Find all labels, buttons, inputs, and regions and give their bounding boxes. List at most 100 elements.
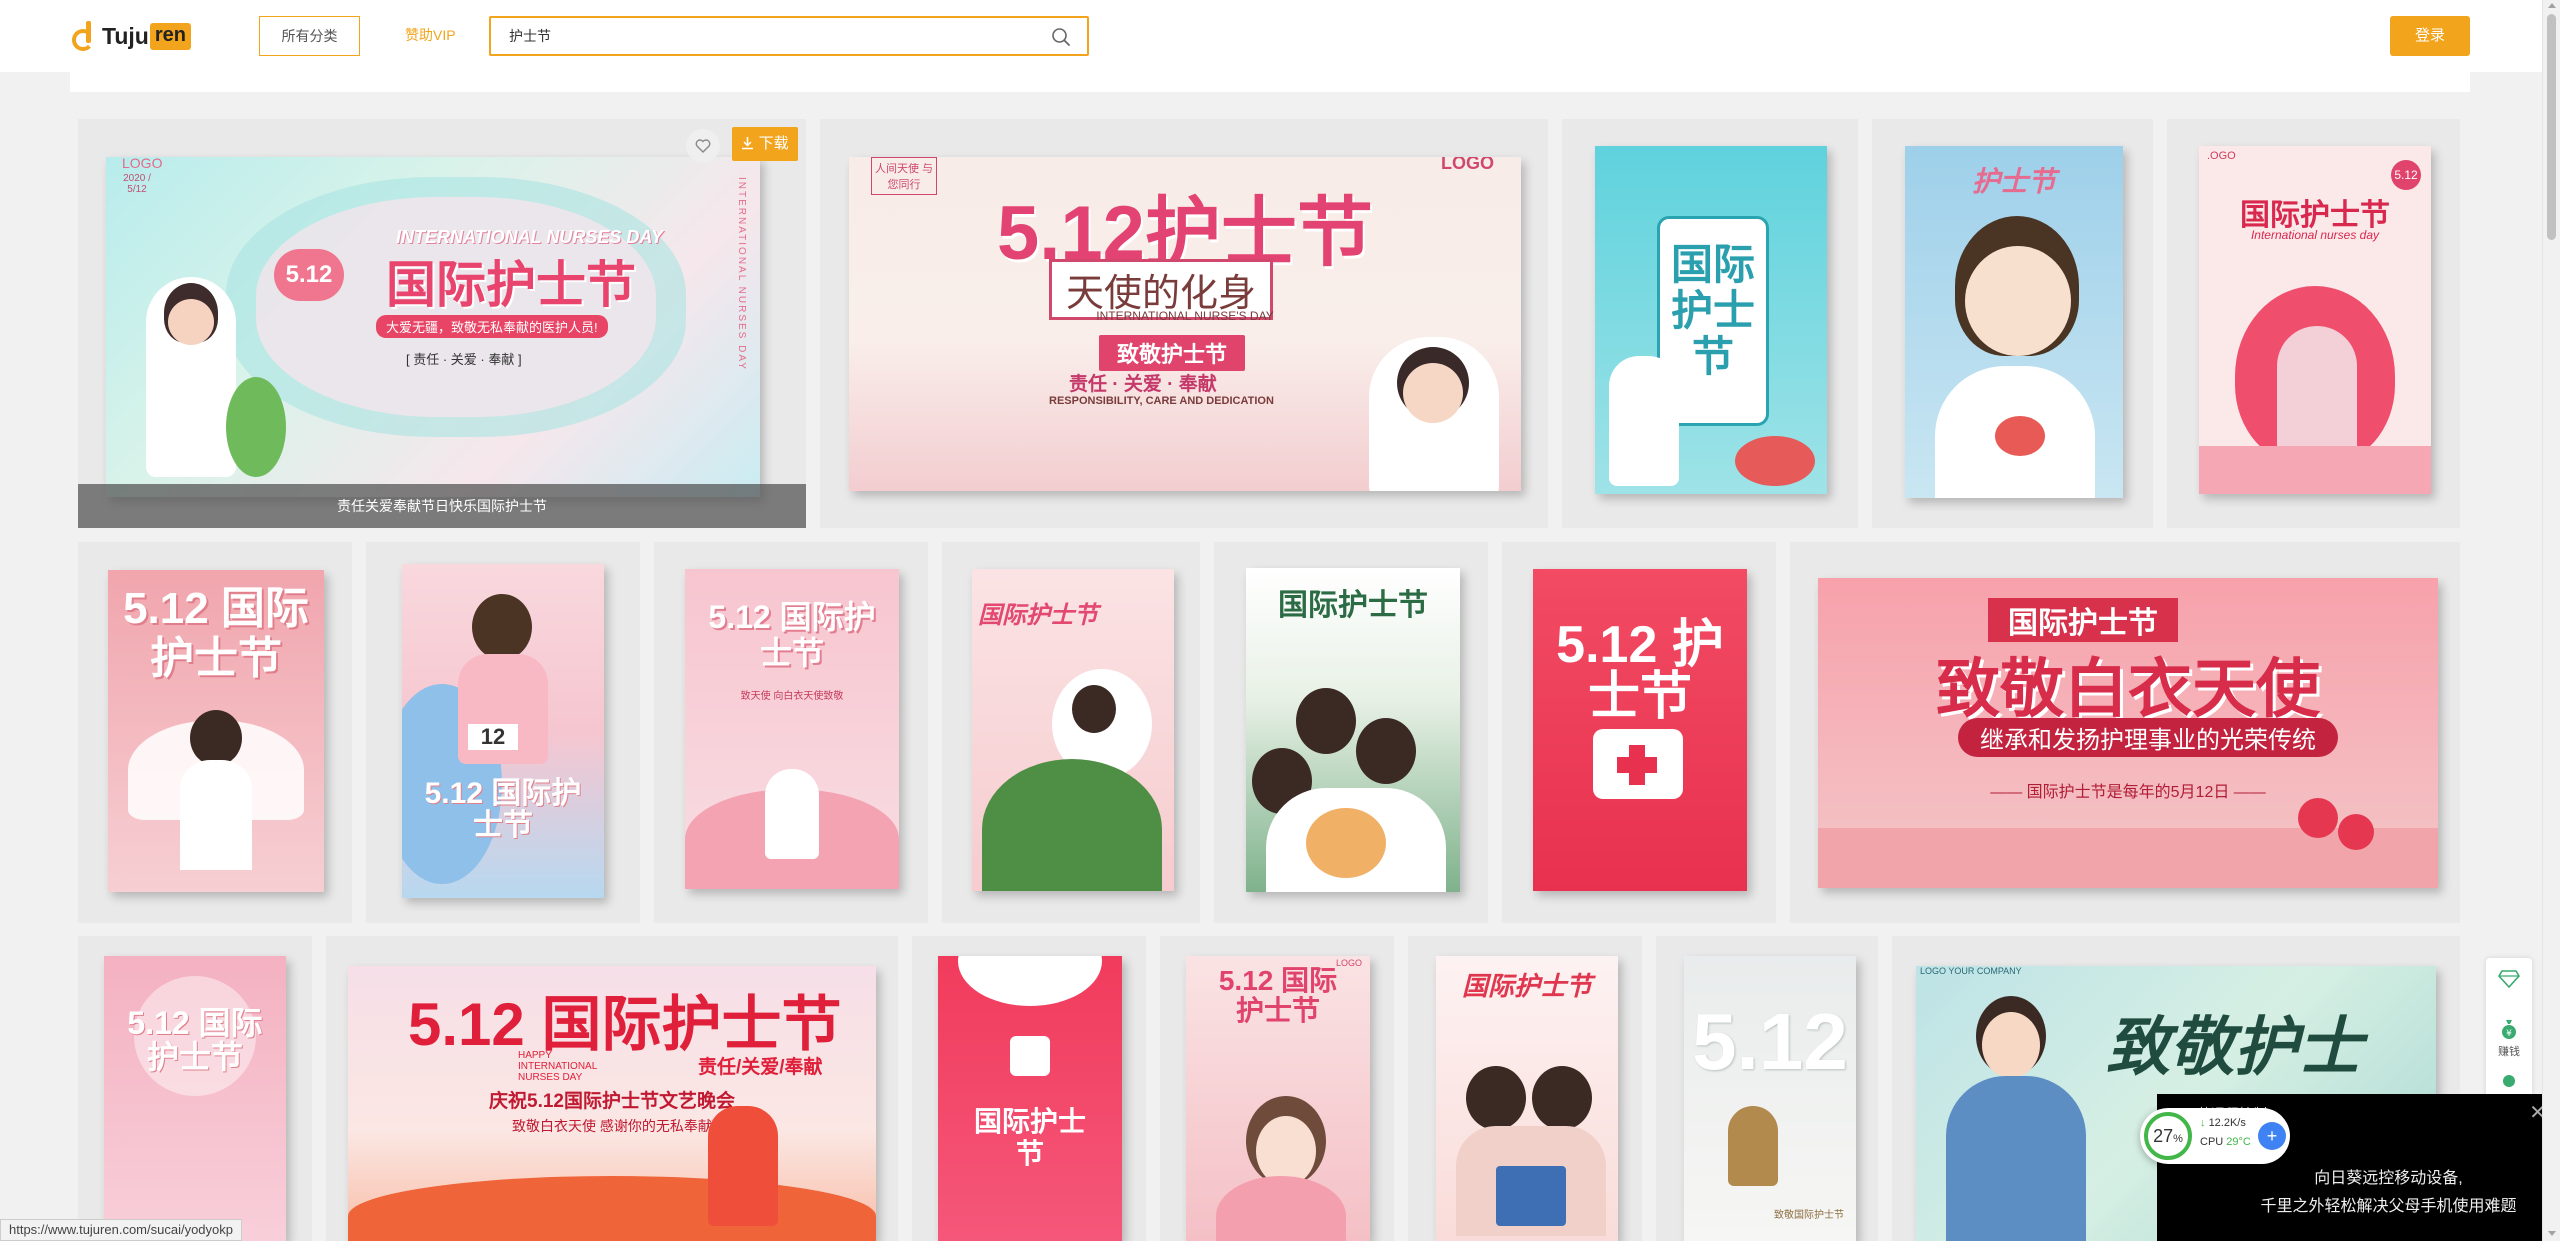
svg-text:¥: ¥: [2506, 1029, 2512, 1039]
card-extra: 继承和发扬护理事业的光荣传统: [1958, 718, 2338, 757]
card-footer: —— 国际护士节是每年的5月12日 ——: [1990, 784, 2266, 801]
card-extra: 庆祝5.12国际护士节文艺晚会: [489, 1091, 735, 1112]
card-hover-title[interactable]: 责任关爱奉献节日快乐国际护士节: [78, 484, 806, 528]
template-thumbnail: 国际护士节: [972, 569, 1174, 891]
all-categories-button[interactable]: 所有分类: [259, 16, 360, 56]
card-logo: .OGO: [2207, 150, 2236, 162]
money-bag-icon: ¥: [2502, 1020, 2516, 1039]
template-thumbnail: 国际护士节 致敬白衣天使 继承和发扬护理事业的光荣传统 —— 国际护士节是每年的…: [1818, 578, 2438, 888]
template-card[interactable]: 国际护士节: [1408, 936, 1642, 1241]
template-thumbnail: LOGO 5.12 国际护士节: [1186, 956, 1370, 1241]
template-card[interactable]: 人间天使 与您同行 LOGO 5.12护士节 天使的化身 INTERNATION…: [820, 119, 1548, 528]
template-card[interactable]: 国际护士节: [1214, 542, 1488, 923]
card-title: 5.12: [1692, 997, 1848, 1086]
card-title: 致敬白衣天使: [1936, 653, 2320, 725]
float-vip[interactable]: [2486, 970, 2532, 991]
status-bar-url: https://www.tujuren.com/sucai/yodyokp: [0, 1219, 242, 1241]
card-title: 5.12 国际护士节: [424, 777, 582, 842]
card-subtitle: International nurses day: [2250, 228, 2380, 242]
card-title: 国际护士节: [973, 1106, 1086, 1169]
logo-badge: ren: [149, 23, 191, 50]
login-button[interactable]: 登录: [2390, 16, 2470, 56]
template-thumbnail: 5.12 国际护士节 致天使 向白衣天使致敬: [685, 569, 899, 889]
template-card[interactable]: 5.12 致敬国际护士节: [1656, 936, 1878, 1241]
card-tags: 责任 · 关爱 · 奉献: [1069, 374, 1217, 395]
template-card[interactable]: 5.12 国际护士节: [78, 542, 352, 923]
top-header: Tuju ren 所有分类 赞助VIP 登录: [0, 0, 2542, 72]
download-icon: [742, 137, 754, 150]
cpu-temp: CPU 29°C: [2200, 1136, 2251, 1148]
card-badge: 5.12: [2391, 160, 2421, 190]
template-card[interactable]: 护士节: [1872, 119, 2153, 528]
template-card[interactable]: 5.12 国际护士节 致天使 向白衣天使致敬: [654, 542, 928, 923]
float-earn[interactable]: ¥ 赚钱: [2486, 1018, 2532, 1059]
scroll-thumb[interactable]: [2547, 14, 2556, 240]
card-subtitle: 责任/关爱/奉献: [698, 1057, 823, 1078]
vip-link[interactable]: 赞助VIP: [405, 25, 456, 45]
accelerate-icon[interactable]: +: [2258, 1122, 2286, 1150]
template-thumbnail: 5.12 国际护士节: [108, 570, 324, 892]
search-icon[interactable]: [1051, 27, 1071, 47]
card-title: 5.12 国际护士节: [123, 584, 309, 683]
floating-toolbar: ¥ 赚钱: [2486, 958, 2532, 1098]
popup-line-1: 向日葵远控移动设备,: [2314, 1170, 2463, 1187]
card-title: 国际护士节: [978, 602, 1098, 629]
template-thumbnail: 国际护士节: [1436, 956, 1618, 1241]
template-thumbnail: 国际护士节: [1595, 146, 1827, 494]
template-card[interactable]: 12 5.12 国际护士节: [366, 542, 640, 923]
template-card[interactable]: LOGO 5.12 国际护士节: [1160, 936, 1394, 1241]
template-thumbnail: 人间天使 与您同行 LOGO 5.12护士节 天使的化身 INTERNATION…: [849, 157, 1521, 491]
card-date: 2020 / 5/12: [123, 173, 151, 195]
template-card[interactable]: 国际护士节: [912, 936, 1146, 1241]
site-logo[interactable]: Tuju ren: [70, 20, 191, 53]
template-thumbnail: 5.12 国际护士节 HAPPY INTERNATIONAL NURSES DA…: [348, 966, 876, 1241]
diamond-icon: [2498, 970, 2520, 989]
card-extra: 大爱无疆，致敬无私奉献的医护人员!: [376, 315, 608, 338]
card-tags: [ 责任 · 关爱 · 奉献 ]: [406, 352, 522, 367]
template-card[interactable]: 5.12 护士节: [1502, 542, 1776, 923]
card-subtitle: 致天使 向白衣天使致敬: [740, 691, 844, 702]
card-subtitle: 国际护士节: [1988, 598, 2178, 642]
card-vertical-text: INTERNATIONAL NURSES DAY: [736, 177, 747, 371]
template-card[interactable]: 国际护士节 致敬白衣天使 继承和发扬护理事业的光荣传统 —— 国际护士节是每年的…: [1790, 542, 2460, 923]
page-scrollbar[interactable]: [2542, 0, 2560, 1241]
sub-header-bar: [70, 72, 2470, 92]
more-icon: [2503, 1075, 2515, 1087]
search-input[interactable]: [491, 18, 1031, 54]
system-monitor-widget[interactable]: 27% ↓ 12.2K/s CPU 29°C +: [2140, 1108, 2290, 1164]
card-badge: 12: [468, 724, 518, 750]
card-logo: LOGO: [122, 157, 163, 171]
template-card[interactable]: 国际护士节: [942, 542, 1200, 923]
card-subtitle: 致敬国际护士节: [1774, 1210, 1844, 1221]
template-thumbnail: 5.12 护士节: [1533, 569, 1747, 891]
network-speed: ↓ 12.2K/s: [2200, 1117, 2246, 1129]
card-footer: 致敬白衣天使 感谢你的无私奉献: [512, 1118, 712, 1134]
card-title: 5.12 国际护士节: [127, 1005, 263, 1075]
template-card[interactable]: .OGO 5.12 国际护士节 International nurses day: [2167, 119, 2460, 528]
download-button[interactable]: 下载: [732, 127, 798, 161]
card-caption: HAPPY INTERNATIONAL NURSES DAY: [518, 1050, 597, 1083]
heart-icon: [695, 139, 711, 153]
template-thumbnail: 国际护士节: [1246, 568, 1460, 892]
template-thumbnail: 5.12 致敬国际护士节: [1684, 956, 1856, 1241]
float-more[interactable]: [2486, 1074, 2532, 1091]
template-card[interactable]: 5.12 国际护士节: [78, 936, 312, 1241]
download-label: 下载: [758, 135, 789, 152]
scroll-down-arrow-icon[interactable]: [2548, 1231, 2556, 1236]
card-title: 国际护士节: [1461, 971, 1592, 1001]
favorite-button[interactable]: [686, 129, 720, 163]
template-thumbnail: 12 5.12 国际护士节: [402, 564, 604, 898]
template-thumbnail: 5.12 国际护士节: [104, 956, 286, 1241]
card-extra: 致敬护士节: [1099, 335, 1246, 371]
search-box: [489, 16, 1089, 56]
template-card[interactable]: 国际护士节: [1562, 119, 1858, 528]
template-card[interactable]: 5.12 国际护士节 HAPPY INTERNATIONAL NURSES DA…: [326, 936, 898, 1241]
card-title: 致敬护士: [2106, 1011, 2362, 1083]
scroll-up-arrow-icon[interactable]: [2548, 3, 2556, 8]
popup-line-2: 千里之外轻松解决父母手机使用难题: [2260, 1198, 2517, 1215]
card-badge: 5.12: [274, 249, 344, 301]
template-thumbnail: 国际护士节: [938, 956, 1122, 1241]
float-earn-label: 赚钱: [2498, 1046, 2520, 1058]
template-card[interactable]: LOGO 2020 / 5/12 INTERNATIONAL NURSES DA…: [78, 119, 806, 528]
template-thumbnail: .OGO 5.12 国际护士节 International nurses day: [2199, 146, 2431, 494]
